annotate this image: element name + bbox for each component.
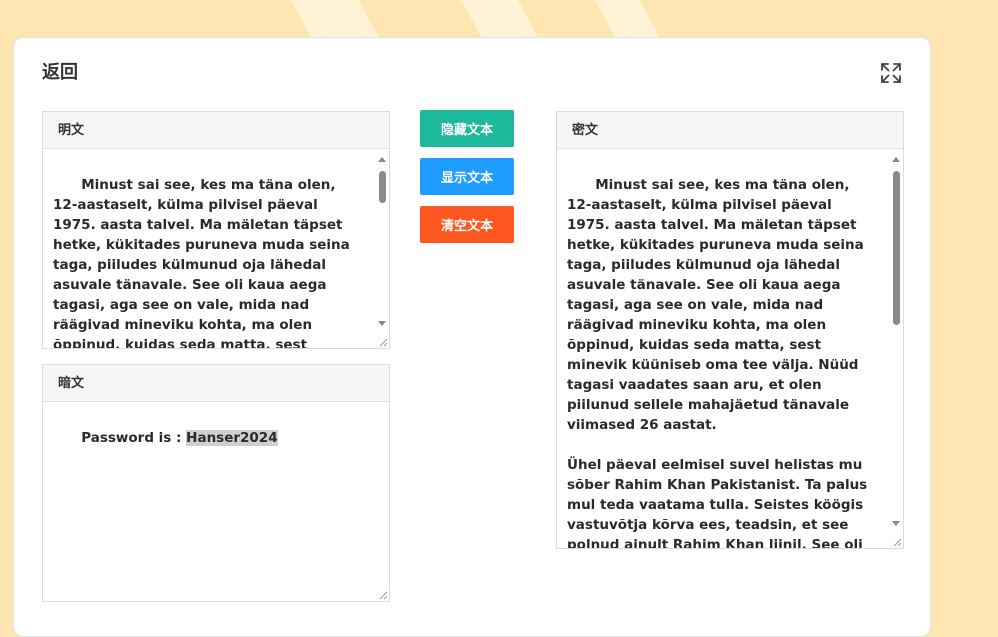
hidden-textarea[interactable]: Password is : Hanser2024 bbox=[43, 402, 389, 601]
scroll-down-arrow-icon[interactable] bbox=[892, 521, 900, 526]
resize-grip-icon[interactable] bbox=[890, 535, 902, 547]
ciphertext-panel: 密文 Minust sai see, kes ma täna olen, 12-… bbox=[556, 111, 904, 549]
scroll-up-arrow-icon[interactable] bbox=[378, 157, 386, 162]
ciphertext-scrollbar[interactable] bbox=[889, 149, 903, 548]
clear-text-button[interactable]: 清空文本 bbox=[420, 206, 514, 243]
scrollbar-thumb[interactable] bbox=[379, 171, 386, 203]
scroll-down-arrow-icon[interactable] bbox=[378, 321, 386, 326]
ciphertext-textarea[interactable]: Minust sai see, kes ma täna olen, 12-aas… bbox=[557, 149, 903, 548]
show-text-button[interactable]: 显示文本 bbox=[420, 158, 514, 195]
plaintext-textarea[interactable]: Minust sai see, kes ma täna olen, 12-aas… bbox=[43, 149, 389, 348]
selected-password: Hanser2024 bbox=[186, 430, 278, 446]
plaintext-scrollbar[interactable] bbox=[375, 149, 389, 348]
scroll-up-arrow-icon[interactable] bbox=[892, 157, 900, 162]
plaintext-panel: 明文 Minust sai see, kes ma täna olen, 12-… bbox=[42, 111, 390, 349]
scrollbar-thumb[interactable] bbox=[893, 171, 900, 325]
hidden-text-panel: 暗文 Password is : Hanser2024 bbox=[42, 364, 390, 602]
hide-text-button[interactable]: 隐藏文本 bbox=[420, 110, 514, 147]
ciphertext-content: Minust sai see, kes ma täna olen, 12-aas… bbox=[567, 177, 868, 548]
resize-grip-icon[interactable] bbox=[376, 335, 388, 347]
ciphertext-label: 密文 bbox=[557, 112, 903, 149]
back-button[interactable]: 返回 bbox=[42, 58, 78, 84]
resize-grip-icon[interactable] bbox=[376, 588, 388, 600]
expand-icon[interactable] bbox=[880, 62, 902, 84]
hidden-text-label: 暗文 bbox=[43, 365, 389, 402]
plaintext-content: Minust sai see, kes ma täna olen, 12-aas… bbox=[53, 177, 350, 348]
plaintext-label: 明文 bbox=[43, 112, 389, 149]
hidden-text-prefix: Password is : bbox=[81, 430, 187, 446]
main-card: 返回 明文 Minust sai see, kes ma täna olen, … bbox=[13, 37, 931, 637]
